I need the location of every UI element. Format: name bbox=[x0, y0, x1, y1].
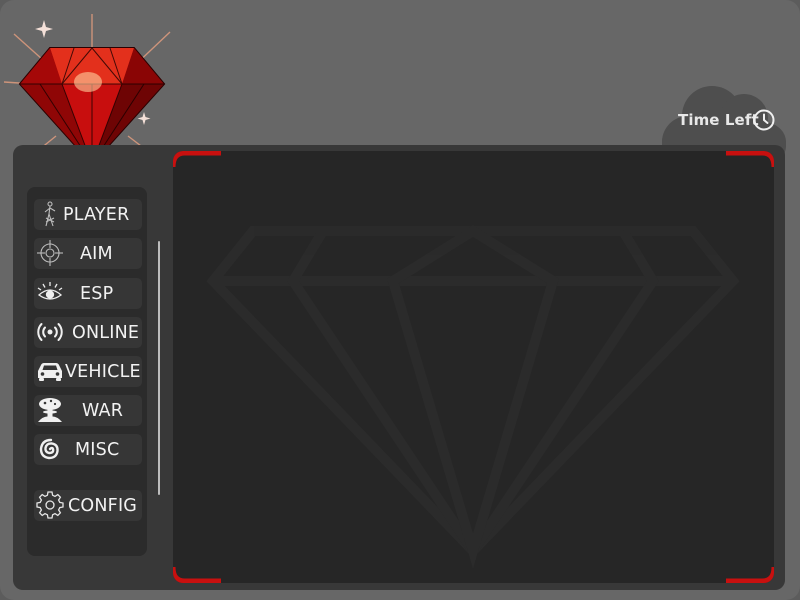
sidebar-item-label: MISC bbox=[75, 440, 120, 460]
sidebar-item-label: PLAYER bbox=[63, 205, 130, 225]
time-left-label: Time Left bbox=[678, 111, 759, 129]
corner-accent-top-right bbox=[726, 151, 774, 167]
sidebar-item-label: VEHICLE bbox=[65, 362, 141, 382]
crosshair-icon bbox=[37, 240, 63, 266]
sidebar-item-label: ONLINE bbox=[72, 323, 140, 343]
sidebar-item-misc[interactable]: MISC bbox=[34, 434, 142, 465]
sidebar-item-war[interactable]: WAR bbox=[34, 395, 142, 426]
sidebar-item-aim[interactable]: AIM bbox=[34, 238, 142, 269]
sidebar-item-esp[interactable]: ESP bbox=[34, 278, 142, 309]
sidebar-item-vehicle[interactable]: VEHICLE bbox=[34, 356, 142, 387]
gear-icon bbox=[36, 491, 64, 519]
player-icon bbox=[44, 201, 56, 227]
content-area bbox=[173, 151, 774, 583]
sidebar-item-config[interactable]: CONFIG bbox=[34, 490, 142, 521]
sidebar-item-online[interactable]: ONLINE bbox=[34, 317, 142, 348]
diamond-watermark bbox=[206, 225, 740, 569]
sidebar-item-player[interactable]: PLAYER bbox=[34, 199, 142, 230]
app-window: Time Left PLAYER AIM ESP ONLINE VEHICLE … bbox=[0, 0, 800, 600]
clock-icon bbox=[753, 109, 775, 131]
spiral-icon bbox=[39, 438, 59, 460]
corner-accent-bottom-right bbox=[726, 567, 774, 583]
eye-icon bbox=[37, 282, 63, 300]
sidebar-scrollbar[interactable] bbox=[158, 241, 160, 495]
corner-accent-bottom-left bbox=[173, 567, 221, 583]
corner-accent-top-left bbox=[173, 151, 221, 167]
sidebar-item-label: AIM bbox=[80, 244, 113, 264]
sidebar-item-label: CONFIG bbox=[68, 496, 138, 516]
car-icon bbox=[38, 363, 62, 381]
sidebar-item-label: ESP bbox=[80, 284, 114, 304]
broadcast-icon bbox=[37, 323, 63, 341]
mushroom-cloud-icon bbox=[38, 398, 62, 422]
sidebar-item-label: WAR bbox=[82, 401, 124, 421]
